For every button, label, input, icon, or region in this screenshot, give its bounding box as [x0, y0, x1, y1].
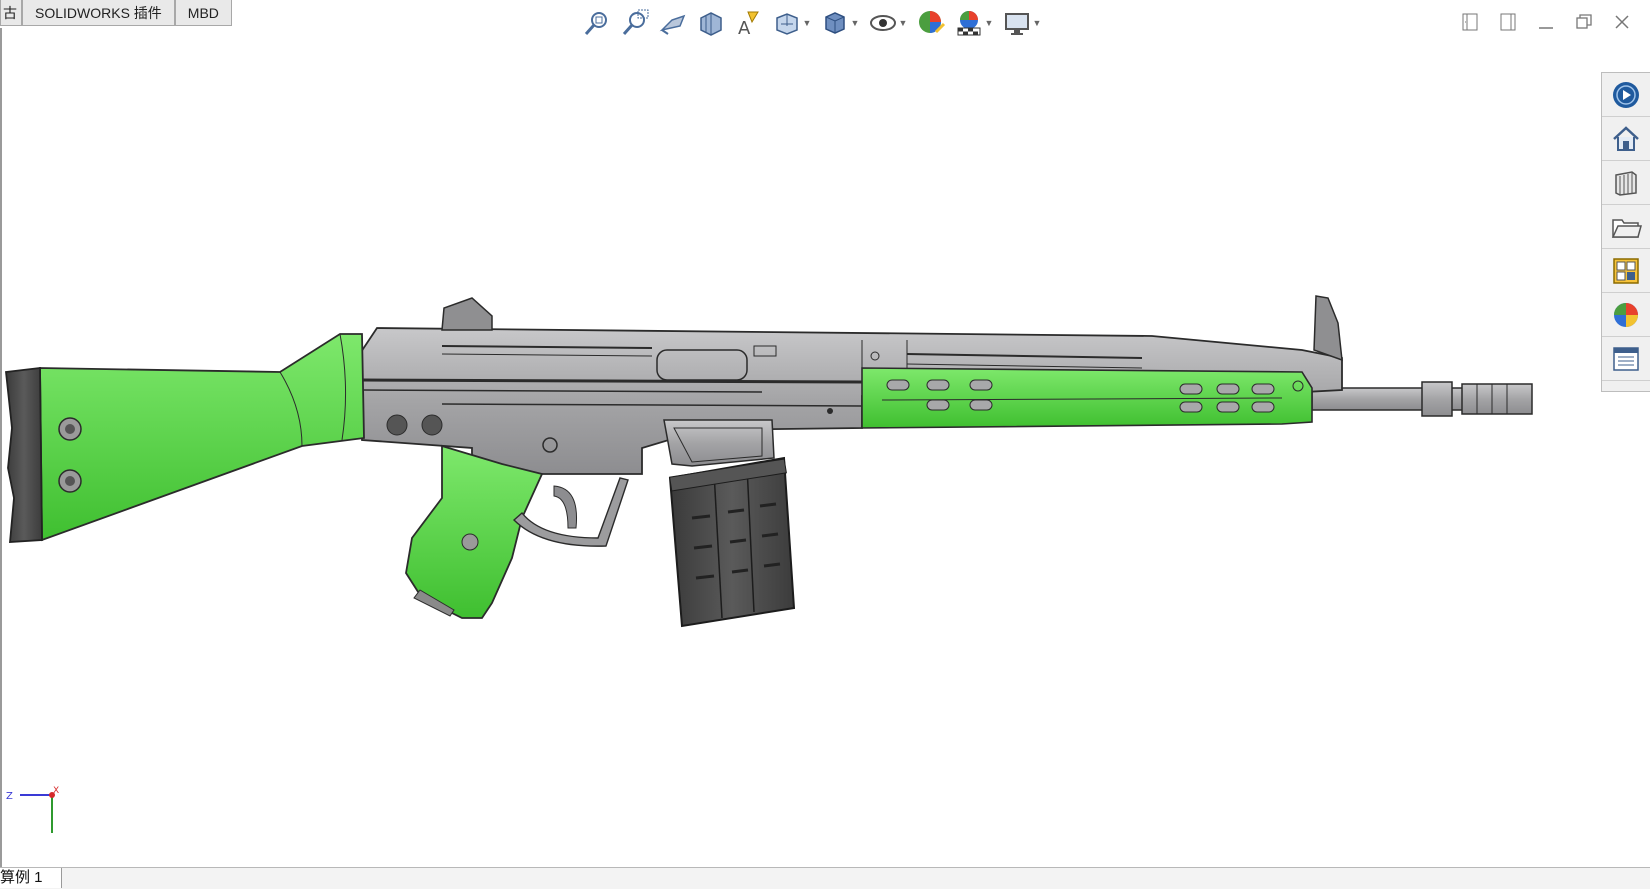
appearances-icon[interactable] — [1602, 293, 1650, 337]
rifle-model[interactable] — [2, 28, 1600, 868]
command-manager-tabs: 古 SOLIDWORKS 插件 MBD — [0, 0, 232, 28]
previous-view-icon[interactable] — [656, 6, 690, 40]
minimize-icon[interactable] — [1532, 8, 1560, 36]
collapse-left-icon[interactable] — [1456, 8, 1484, 36]
handguard[interactable] — [861, 367, 1313, 429]
hide-show-items-icon[interactable] — [866, 6, 900, 40]
magazine[interactable] — [668, 456, 796, 628]
triad-x-label: X — [53, 786, 59, 796]
apply-scene-icon[interactable] — [952, 6, 986, 40]
view-palette-icon[interactable] — [1602, 249, 1650, 293]
solidworks-resources-icon[interactable] — [1602, 73, 1650, 117]
triad-z-label: Z — [6, 791, 13, 802]
zoom-to-area-icon[interactable] — [618, 6, 652, 40]
display-style-icon[interactable] — [818, 6, 852, 40]
zoom-to-fit-icon[interactable] — [580, 6, 614, 40]
tab-partial[interactable]: 古 — [0, 0, 22, 26]
reference-triad: Z X — [6, 785, 66, 845]
view-settings-dropdown-icon[interactable]: ▼ — [1032, 6, 1042, 40]
graphics-area[interactable] — [2, 28, 1600, 868]
section-view-icon[interactable] — [694, 6, 728, 40]
view-orientation-dropdown-icon[interactable]: ▼ — [802, 6, 812, 40]
design-library-icon[interactable] — [1602, 161, 1650, 205]
tab-mbd[interactable]: MBD — [174, 0, 232, 26]
view-settings-icon[interactable] — [1000, 6, 1034, 40]
bottom-tab-bar: 算例 1 — [0, 867, 1650, 889]
window-controls — [1456, 8, 1636, 36]
pistol-grip[interactable] — [405, 444, 544, 619]
magazine-well[interactable] — [663, 419, 775, 467]
file-explorer-icon[interactable] — [1602, 205, 1650, 249]
view-orientation-icon[interactable] — [770, 6, 804, 40]
hide-show-dropdown-icon[interactable]: ▼ — [898, 6, 908, 40]
custom-properties-icon[interactable] — [1602, 337, 1650, 381]
barrel[interactable] — [1311, 381, 1533, 417]
buttstock[interactable] — [5, 333, 365, 543]
restore-icon[interactable] — [1570, 8, 1598, 36]
edit-appearance-icon[interactable] — [914, 6, 948, 40]
display-style-dropdown-icon[interactable]: ▼ — [850, 6, 860, 40]
close-icon[interactable] — [1608, 8, 1636, 36]
home-icon[interactable] — [1602, 117, 1650, 161]
study-tab[interactable]: 算例 1 — [0, 868, 62, 888]
collapse-right-icon[interactable] — [1494, 8, 1522, 36]
dynamic-annotation-icon[interactable]: A — [732, 6, 766, 40]
task-pane — [1601, 72, 1650, 392]
heads-up-view-toolbar: A ▼ ▼ ▼ ▼ ▼ — [580, 6, 1044, 40]
apply-scene-dropdown-icon[interactable]: ▼ — [984, 6, 994, 40]
svg-text:A: A — [738, 18, 751, 38]
tab-solidworks-addins[interactable]: SOLIDWORKS 插件 — [22, 0, 175, 26]
